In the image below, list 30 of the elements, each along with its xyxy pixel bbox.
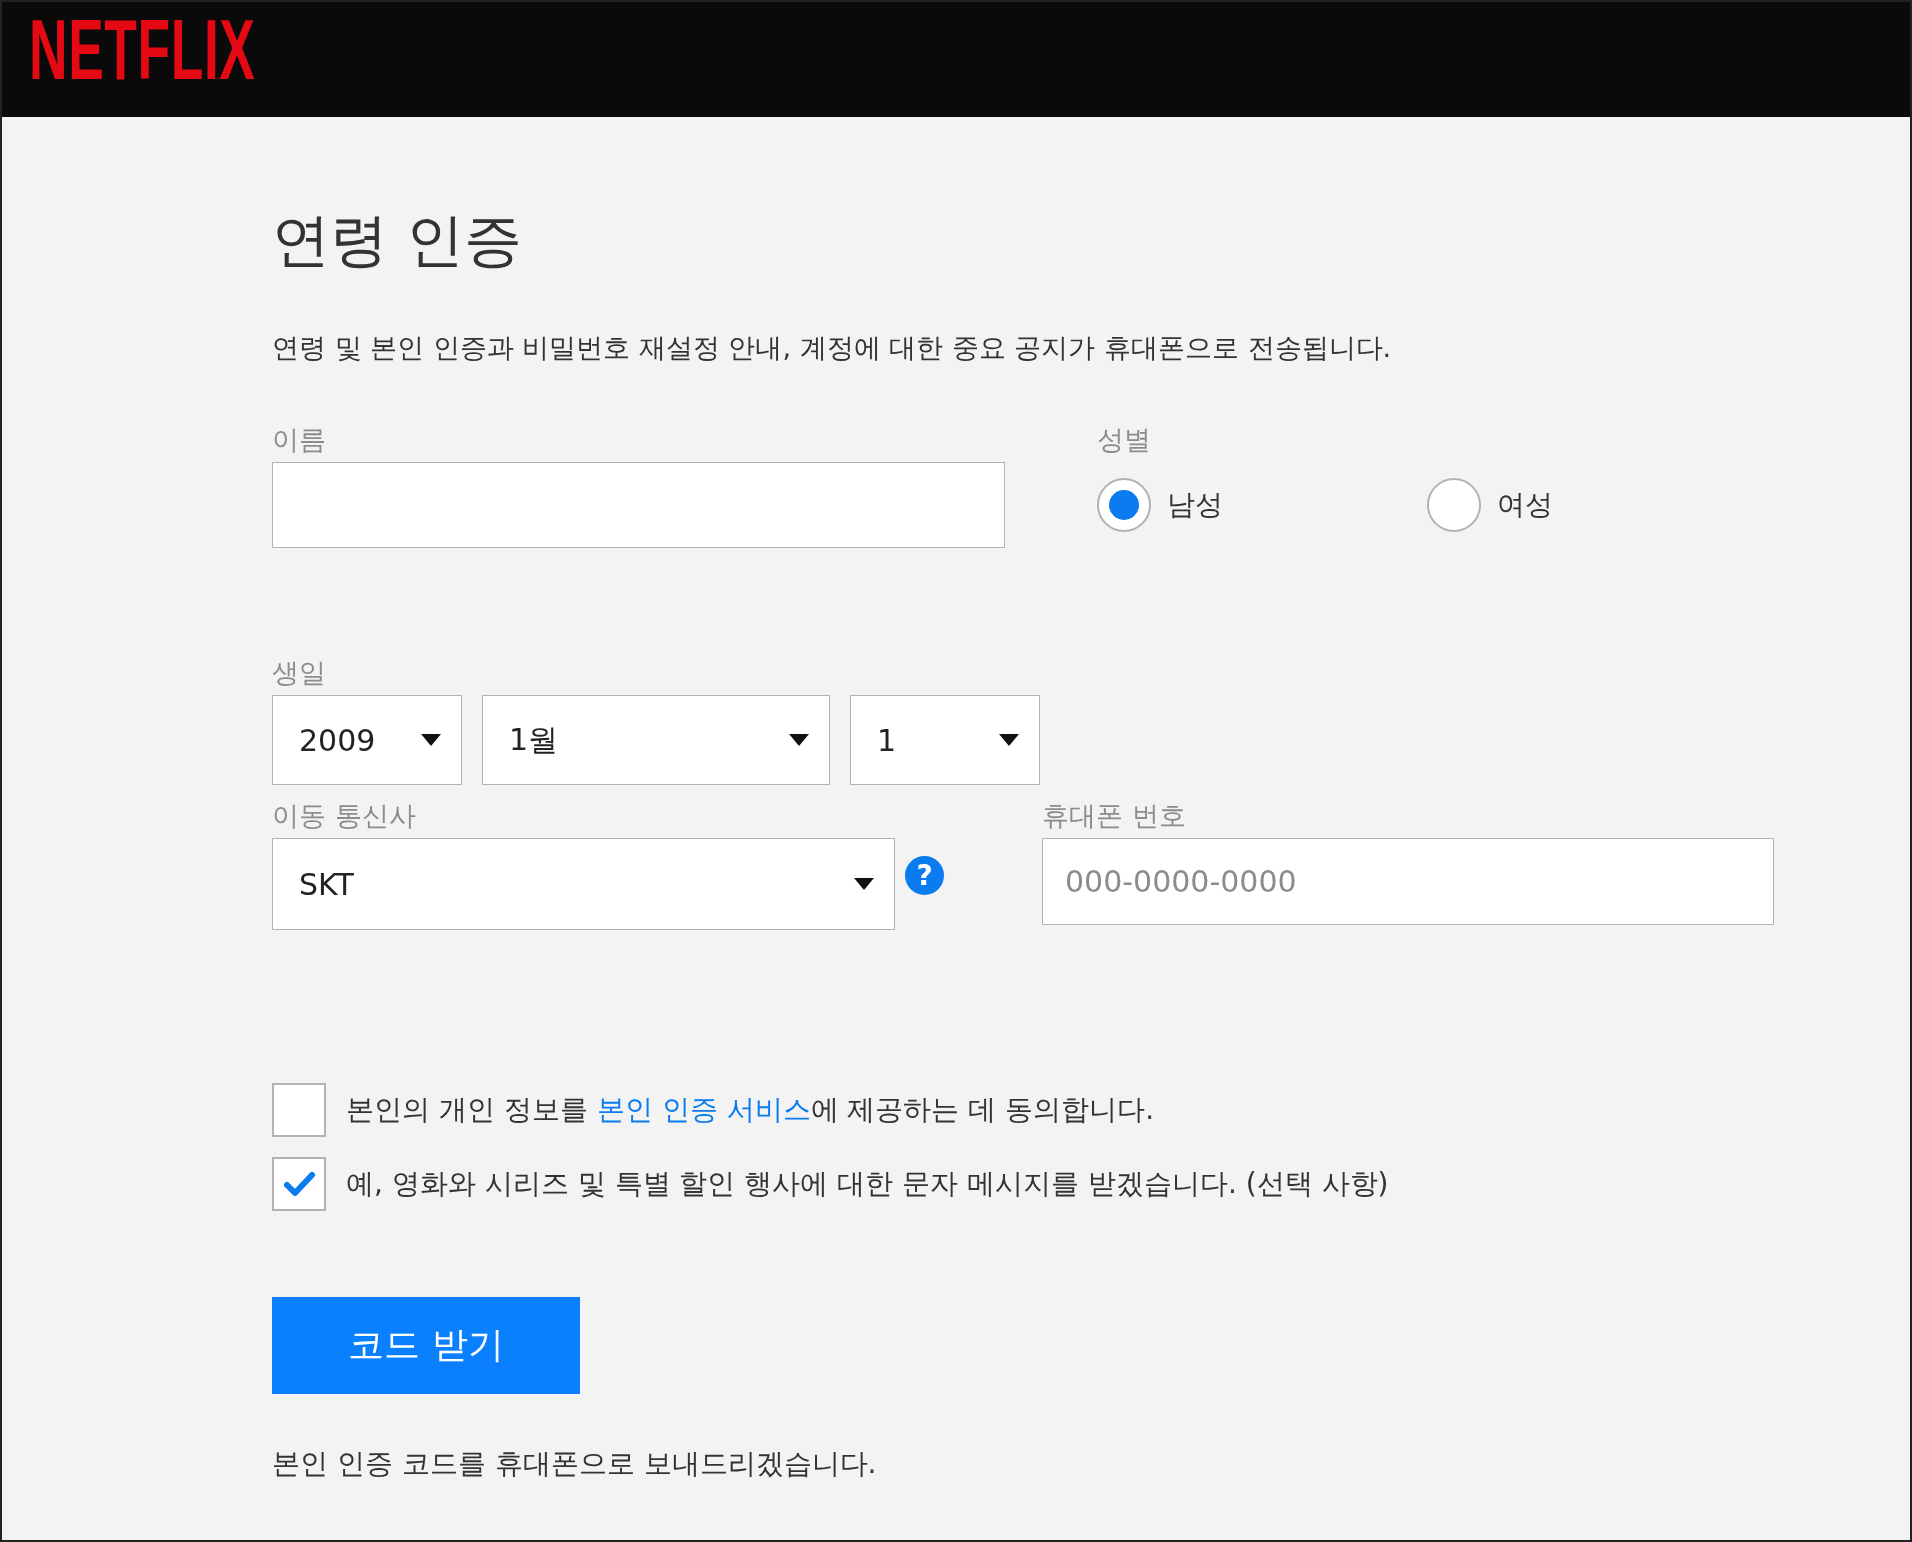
field-label: 이동 통신사 — [272, 799, 417, 833]
radio-button[interactable] — [1427, 478, 1481, 532]
footer-note: 본인 인증 코드를 휴대폰으로 보내드리겠습니다. — [272, 1446, 878, 1482]
radio-label: 여성 — [1497, 487, 1553, 523]
consent-text: 예, 영화와 시리즈 및 특별 할인 행사에 대한 문자 메시지를 받겠습니다. (선택 사항) — [346, 1166, 1389, 1202]
field-label: 이름 — [272, 423, 327, 457]
netflix-logo[interactable]: NETFLIX — [29, 6, 256, 92]
field-label: 생일 — [272, 656, 327, 690]
phone-input-field[interactable]: 000-0000-0000 — [1042, 838, 1774, 925]
field-label: 휴대폰 번호 — [1042, 799, 1187, 833]
help-icon[interactable]: ? — [905, 856, 944, 895]
service-link[interactable]: 본인 인증 서비스 — [596, 1093, 811, 1126]
dropdown-select[interactable]: 1월 — [482, 695, 830, 785]
dropdown-select[interactable]: 1 — [850, 695, 1040, 785]
caret-icon — [789, 734, 809, 746]
get-code-button[interactable]: 코드 받기 — [272, 1297, 580, 1394]
radio-button[interactable] — [1097, 478, 1151, 532]
field-label: 성별 — [1097, 423, 1152, 457]
page-title: 연령 인증 — [272, 205, 524, 275]
caret-icon — [421, 734, 441, 746]
description-text: 연령 및 본인 인증과 비밀번호 재설정 안내, 계정에 대한 중요 공지가 휴대폰으로 전송됩니다. — [272, 331, 1393, 365]
name-input-field[interactable] — [272, 462, 1005, 548]
caret-icon — [999, 734, 1019, 746]
radio-label: 남성 — [1167, 487, 1223, 523]
checkbox[interactable] — [272, 1157, 326, 1211]
carrier-dropdown[interactable]: SKT — [272, 838, 895, 930]
checkbox[interactable] — [272, 1083, 326, 1137]
dropdown-select[interactable]: 2009 — [272, 695, 462, 785]
consent-text: 본인의 개인 정보를 본인 인증 서비스에 제공하는 데 동의합니다. — [346, 1092, 1155, 1128]
caret-icon — [854, 878, 874, 890]
